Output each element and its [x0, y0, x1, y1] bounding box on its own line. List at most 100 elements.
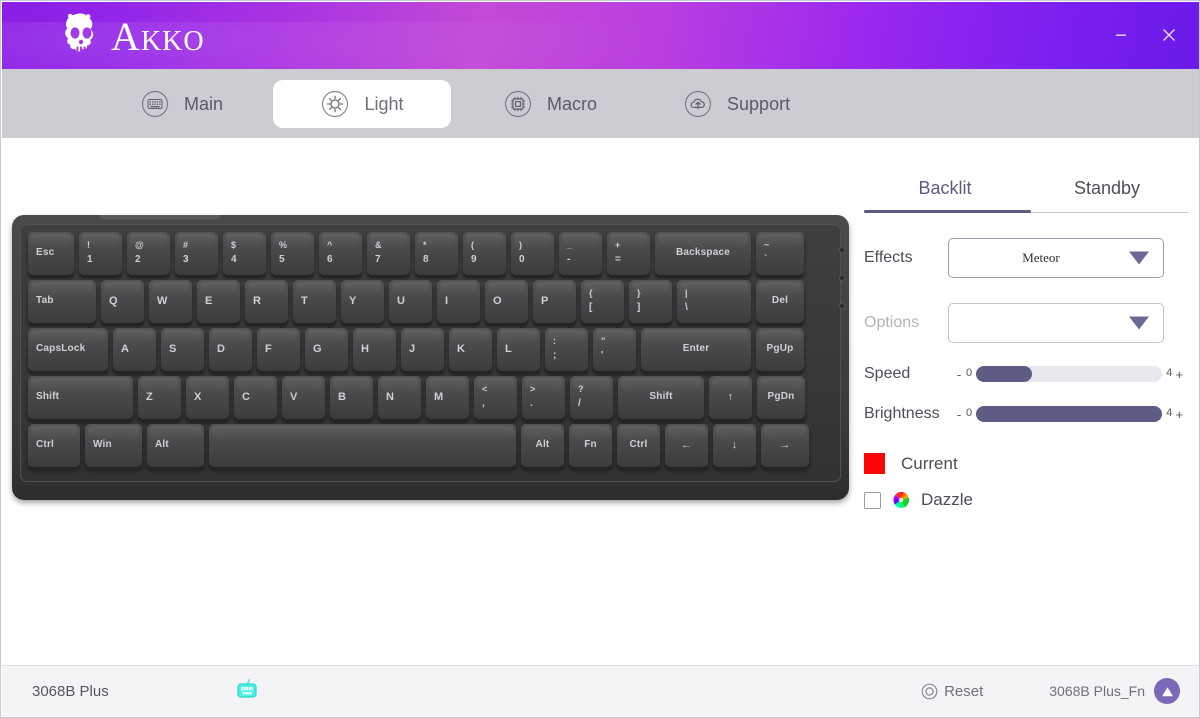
reset-button[interactable]: Reset — [921, 683, 983, 700]
speed-decrease-button[interactable]: - — [954, 367, 964, 382]
keycap[interactable]: PgUp — [756, 328, 804, 371]
keycap[interactable]: Alt — [521, 424, 564, 467]
keycap[interactable]: <, — [474, 376, 517, 419]
keycap[interactable]: ~ ` — [756, 232, 804, 275]
keycap[interactable]: ↑ — [709, 376, 752, 419]
keycap[interactable]: * 8 — [415, 232, 458, 275]
akko-driver-window: Akko Main Light Macro Support Esc ! 1 @ … — [0, 0, 1200, 718]
keycap[interactable]: Fn — [569, 424, 612, 467]
current-color-swatch[interactable] — [864, 453, 885, 474]
keycap[interactable]: Q — [101, 280, 144, 323]
keycap-legend-top: _ — [567, 240, 573, 251]
tab-support[interactable]: Support — [655, 80, 818, 128]
keycap[interactable]: + = — [607, 232, 650, 275]
keycap[interactable]: P — [533, 280, 576, 323]
current-color-row: Current — [864, 453, 1188, 474]
keycap-legend-top: ~ — [764, 240, 770, 251]
keycap[interactable]: ↓ — [713, 424, 756, 467]
tab-standby[interactable]: Standby — [1026, 176, 1188, 212]
keycap[interactable]: ) 0 — [511, 232, 554, 275]
options-select[interactable] — [948, 303, 1164, 343]
keycap[interactable]: % 5 — [271, 232, 314, 275]
keycap[interactable]: Del — [756, 280, 804, 323]
keycap[interactable]: D — [209, 328, 252, 371]
keycap[interactable]: N — [378, 376, 421, 419]
keycap[interactable]: ! 1 — [79, 232, 122, 275]
keycap[interactable]: O — [485, 280, 528, 323]
dazzle-checkbox[interactable] — [864, 491, 881, 509]
keycap[interactable]: >. — [522, 376, 565, 419]
keycap[interactable]: & 7 — [367, 232, 410, 275]
keycap[interactable]: Y — [341, 280, 384, 323]
fn-layer-button[interactable] — [1154, 678, 1180, 704]
keycap[interactable]: Backspace — [655, 232, 751, 275]
keycap[interactable]: R — [245, 280, 288, 323]
keycap[interactable]: @2 — [127, 232, 170, 275]
keycap[interactable]: H — [353, 328, 396, 371]
options-label: Options — [864, 314, 920, 331]
connected-keyboard-icon[interactable] — [236, 678, 258, 704]
keycap[interactable]: PgDn — [757, 376, 805, 419]
keycap[interactable]: Win — [85, 424, 142, 467]
keycap[interactable]: Esc — [28, 232, 74, 275]
tab-backlit[interactable]: Backlit — [864, 176, 1026, 212]
keycap[interactable]: W — [149, 280, 192, 323]
keycap-legend-bottom: 5 — [279, 254, 285, 266]
keycap[interactable]: ← — [665, 424, 708, 467]
keycap[interactable]: M — [426, 376, 469, 419]
close-button[interactable] — [1156, 22, 1182, 48]
keycap[interactable]: V — [282, 376, 325, 419]
keycap[interactable]: J — [401, 328, 444, 371]
minimize-button[interactable] — [1108, 22, 1134, 48]
keycap[interactable]: → — [761, 424, 809, 467]
fn-layer-group: 3068B Plus_Fn — [1049, 678, 1180, 704]
brightness-increase-button[interactable]: + — [1174, 407, 1184, 422]
keyboard-preview[interactable]: Esc! 1 @2 #3 $4% 5 ^ 6 & 7 * 8(9) 0 _ - + = Backspace ~ ` Ta… — [12, 215, 849, 500]
speed-increase-button[interactable]: + — [1174, 367, 1184, 382]
color-wheel-icon[interactable] — [892, 491, 910, 509]
tab-light[interactable]: Light — [273, 79, 452, 128]
keycap[interactable]: {[ — [581, 280, 624, 323]
tab-main[interactable]: Main — [112, 80, 251, 128]
keycap[interactable]: E — [197, 280, 240, 323]
keycap[interactable]: A — [113, 328, 156, 371]
keycap[interactable]: $4 — [223, 232, 266, 275]
keycap[interactable]: Alt — [147, 424, 204, 467]
keycap[interactable]: Ctrl — [28, 424, 80, 467]
keycap[interactable]: | \ — [677, 280, 751, 323]
keycap[interactable]: ^ 6 — [319, 232, 362, 275]
keycap[interactable]: C — [234, 376, 277, 419]
keycap[interactable]: G — [305, 328, 348, 371]
brightness-slider[interactable] — [976, 406, 1163, 422]
keycap[interactable]: K — [449, 328, 492, 371]
keycap[interactable]: }] — [629, 280, 672, 323]
keycap[interactable]: (9 — [463, 232, 506, 275]
keycap[interactable]: X — [186, 376, 229, 419]
keycap[interactable] — [209, 424, 516, 467]
keycap-legend-top: " — [601, 336, 606, 347]
keycap[interactable]: F — [257, 328, 300, 371]
keycap[interactable]: Enter — [641, 328, 751, 371]
keycap[interactable]: S — [161, 328, 204, 371]
keycap[interactable]: #3 — [175, 232, 218, 275]
brightness-decrease-button[interactable]: - — [954, 407, 964, 422]
keycap[interactable]: Ctrl — [617, 424, 660, 467]
keycap[interactable]: U — [389, 280, 432, 323]
effects-select[interactable]: Meteor — [948, 238, 1164, 278]
keycap[interactable]: I — [437, 280, 480, 323]
keycap[interactable]: ? / — [570, 376, 613, 419]
keycap[interactable]: Tab — [28, 280, 96, 323]
keycap[interactable]: CapsLock — [28, 328, 108, 371]
keycap[interactable]: Shift — [618, 376, 704, 419]
keycap-legend-bottom: 4 — [231, 254, 237, 266]
speed-slider[interactable] — [976, 366, 1163, 382]
keycap[interactable]: _ - — [559, 232, 602, 275]
keycap[interactable]: Z — [138, 376, 181, 419]
keycap[interactable]: " ' — [593, 328, 636, 371]
tab-macro[interactable]: Macro — [475, 80, 625, 128]
keycap[interactable]: T — [293, 280, 336, 323]
keycap[interactable]: B — [330, 376, 373, 419]
keycap[interactable]: Shift — [28, 376, 133, 419]
keycap[interactable]: :; — [545, 328, 588, 371]
keycap[interactable]: L — [497, 328, 540, 371]
